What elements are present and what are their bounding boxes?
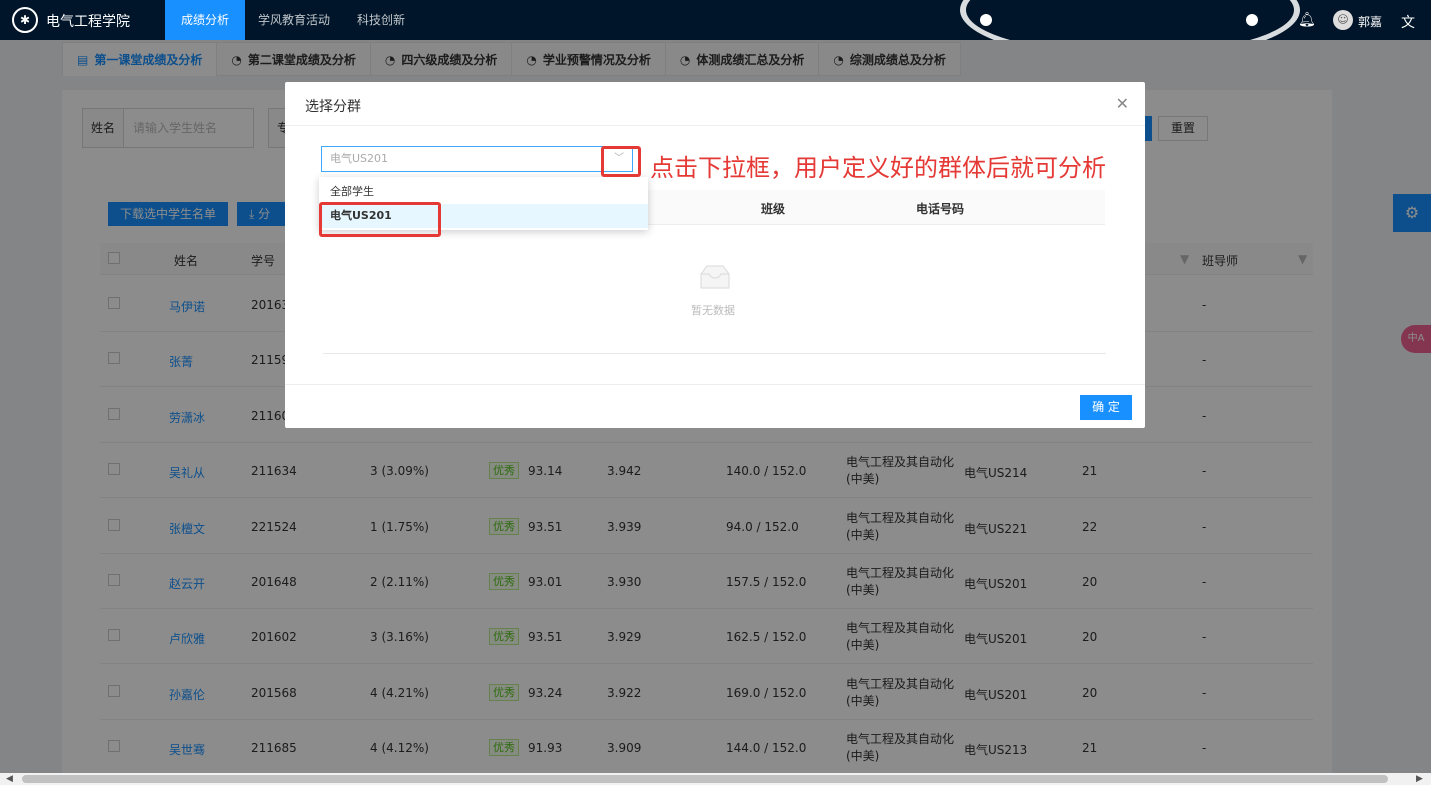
translate-icon[interactable]: 文 xyxy=(1401,12,1415,32)
annotation-text: 点击下拉框，用户定义好的群体后就可分析 xyxy=(650,154,1106,182)
school-name: 电气工程学院 xyxy=(46,14,130,30)
modal-header-class: 班级 xyxy=(761,202,786,216)
banner-dot-left xyxy=(980,14,992,26)
scroll-thumb[interactable] xyxy=(22,775,1388,783)
top-navbar: ✱ 电气工程学院 成绩分析 学风教育活动 科技创新 🔔︎ ☺ 郭嘉 文 xyxy=(0,0,1431,40)
scroll-right-icon[interactable]: ▶ xyxy=(1416,774,1423,784)
avatar[interactable]: ☺ xyxy=(1333,10,1353,30)
modal-header-divider xyxy=(285,125,1145,126)
nav-tab-study-activities[interactable]: 学风教育活动 xyxy=(242,0,346,40)
nav-tab-innovation[interactable]: 科技创新 xyxy=(341,0,421,40)
empty-box-icon xyxy=(700,265,730,289)
highlight-option xyxy=(319,202,441,237)
ok-button[interactable]: 确 定 xyxy=(1080,395,1132,420)
user-name[interactable]: 郭嘉 xyxy=(1358,13,1382,30)
group-select-value: 电气US201 xyxy=(330,152,389,165)
modal-table-bottom xyxy=(323,353,1106,354)
nav-tab-grades[interactable]: 成绩分析 xyxy=(165,0,246,40)
empty-text: 暂无数据 xyxy=(691,304,735,317)
close-icon[interactable]: ✕ xyxy=(1116,94,1129,113)
modal-title: 选择分群 xyxy=(305,99,361,115)
highlight-dropdown-arrow xyxy=(601,146,641,177)
bell-icon[interactable]: 🔔︎ xyxy=(1298,12,1316,28)
modal-footer-divider xyxy=(285,384,1145,385)
school-logo-icon: ✱ xyxy=(12,7,38,33)
option-all-students[interactable]: 全部学生 xyxy=(319,180,648,204)
group-select[interactable]: 电气US201 ﹀ xyxy=(321,146,633,172)
modal-table-header: 专业 班级 电话号码 xyxy=(609,190,1105,225)
select-group-modal: 选择分群 ✕ 专业 班级 电话号码 电气US201 ﹀ 全部学生 电气US201… xyxy=(285,82,1145,428)
horizontal-scrollbar[interactable]: ◀ ▶ xyxy=(0,773,1431,785)
scroll-left-icon[interactable]: ◀ xyxy=(6,774,13,784)
banner-dot-right xyxy=(1246,14,1258,26)
modal-header-phone: 电话号码 xyxy=(916,202,965,216)
